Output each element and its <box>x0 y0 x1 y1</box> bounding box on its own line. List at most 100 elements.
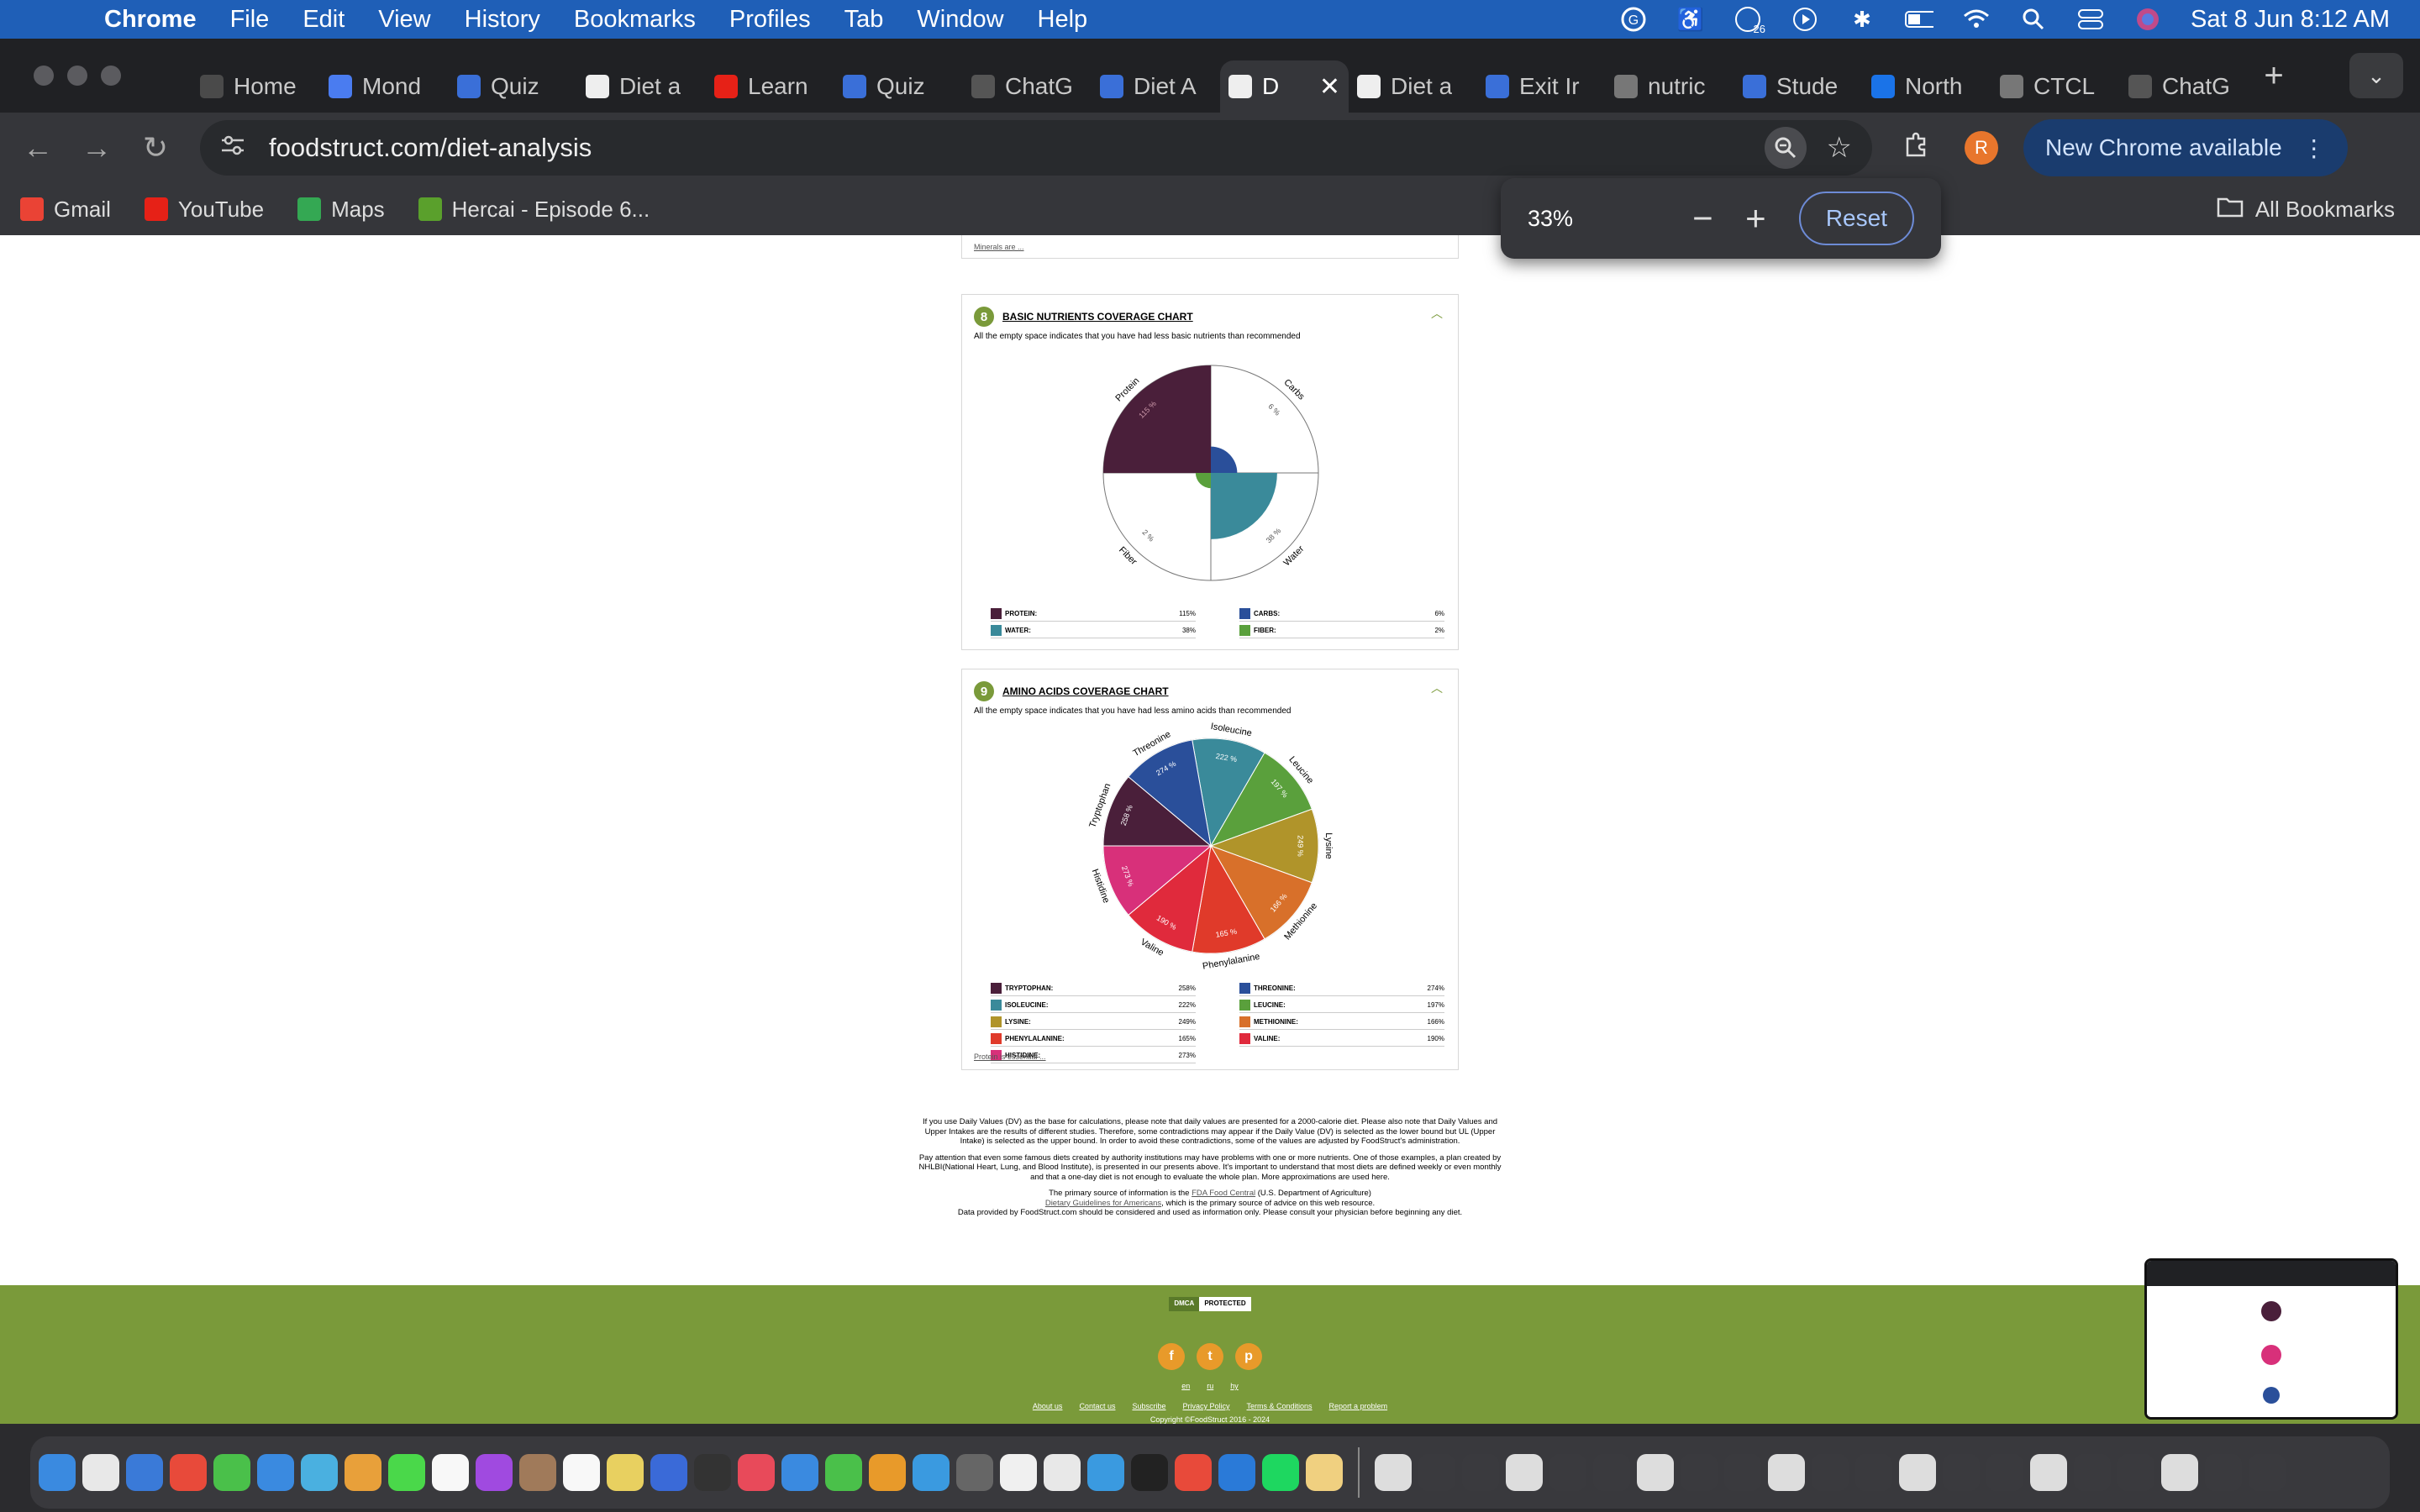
protein-essential-link[interactable]: Protein is essential ... <box>974 1053 1046 1061</box>
profile-avatar[interactable]: R <box>1965 131 1998 165</box>
dock-app-icon[interactable] <box>1262 1454 1299 1491</box>
dock-app-icon[interactable] <box>956 1454 993 1491</box>
media-play-icon[interactable] <box>1791 5 1819 34</box>
tab-8[interactable]: D ✕ <box>1220 60 1349 113</box>
new-tab-button[interactable]: + <box>2249 57 2299 95</box>
zoom-window-button[interactable] <box>101 66 121 86</box>
siri-icon[interactable] <box>2133 5 2162 34</box>
collapse-chevron-icon[interactable]: ︿ <box>1431 305 1443 322</box>
all-bookmarks-button[interactable]: All Bookmarks <box>2217 196 2395 223</box>
zoom-in-button[interactable]: + <box>1729 198 1782 239</box>
menu-bookmarks[interactable]: Bookmarks <box>557 6 713 34</box>
subscribe-link[interactable]: Subscribe <box>1132 1402 1165 1410</box>
menu-view[interactable]: View <box>361 6 447 34</box>
dock-window-thumbnail[interactable] <box>1593 1454 1630 1491</box>
tab-0[interactable]: Home <box>192 60 320 113</box>
basic-chart-title[interactable]: BASIC NUTRIENTS COVERAGE CHART <box>1002 311 1193 323</box>
privacy-policy-link[interactable]: Privacy Policy <box>1183 1402 1230 1410</box>
bookmark-star-icon[interactable]: ☆ <box>1827 131 1852 165</box>
dock-window-thumbnail[interactable] <box>2161 1454 2198 1491</box>
tab-2[interactable]: Quiz <box>449 60 577 113</box>
dock-window-thumbnail[interactable] <box>1637 1454 1674 1491</box>
tab-14[interactable]: CTCL <box>1991 60 2120 113</box>
dock-app-icon[interactable] <box>1218 1454 1255 1491</box>
tab-13[interactable]: North <box>1863 60 1991 113</box>
menu-file[interactable]: File <box>213 6 287 34</box>
back-button[interactable]: ← <box>8 130 67 165</box>
close-tab-icon[interactable]: ✕ <box>1313 72 1340 102</box>
zoom-reset-button[interactable]: Reset <box>1798 192 1914 245</box>
grammarly-icon[interactable]: G <box>1619 5 1648 34</box>
facebook-icon[interactable]: f <box>1158 1343 1185 1370</box>
wifi-icon[interactable] <box>1962 5 1991 34</box>
dock-app-icon[interactable] <box>170 1454 207 1491</box>
slice-water[interactable] <box>1211 473 1277 539</box>
dock-app-icon[interactable] <box>563 1454 600 1491</box>
minerals-link[interactable]: Minerals are ... <box>974 243 1024 251</box>
dock-window-thumbnail[interactable] <box>2030 1454 2067 1491</box>
tab-10[interactable]: Exit Ir <box>1477 60 1606 113</box>
bookmark-3[interactable]: Hercai - Episode 6... <box>418 197 650 223</box>
dock-app-icon[interactable] <box>1131 1454 1168 1491</box>
dock-app-icon[interactable] <box>476 1454 513 1491</box>
tab-7[interactable]: Diet A <box>1092 60 1220 113</box>
lang-ru[interactable]: ru <box>1207 1382 1213 1390</box>
site-info-icon[interactable] <box>220 133 245 163</box>
contact-us-link[interactable]: Contact us <box>1079 1402 1115 1410</box>
dock-app-icon[interactable] <box>738 1454 775 1491</box>
dock-app-icon[interactable] <box>126 1454 163 1491</box>
twitter-icon[interactable]: t <box>1197 1343 1223 1370</box>
dock-app-icon[interactable] <box>1306 1454 1343 1491</box>
dock-app-icon[interactable] <box>257 1454 294 1491</box>
dock-app-icon[interactable] <box>432 1454 469 1491</box>
dock-window-thumbnail[interactable] <box>1812 1454 1849 1491</box>
tab-15[interactable]: ChatG <box>2120 60 2249 113</box>
slice-carbs[interactable] <box>1211 446 1238 473</box>
dock-window-thumbnail[interactable] <box>2249 1454 2286 1491</box>
bookmark-2[interactable]: Maps <box>297 197 385 223</box>
close-window-button[interactable] <box>34 66 54 86</box>
dock-app-icon[interactable] <box>869 1454 906 1491</box>
fda-food-central-link[interactable]: FDA Food Central <box>1192 1189 1255 1198</box>
tab-12[interactable]: Stude <box>1734 60 1863 113</box>
tab-11[interactable]: nutric <box>1606 60 1734 113</box>
tab-5[interactable]: Quiz <box>834 60 963 113</box>
menu-window[interactable]: Window <box>900 6 1020 34</box>
dock-window-thumbnail[interactable] <box>1943 1454 1980 1491</box>
notification-badge-icon[interactable]: 26 <box>1733 5 1765 35</box>
dock-window-thumbnail[interactable] <box>2074 1454 2111 1491</box>
dock-window-thumbnail[interactable] <box>1855 1454 1892 1491</box>
menu-app-name[interactable]: Chrome <box>87 6 213 34</box>
collapse-chevron-icon[interactable]: ︿ <box>1431 680 1443 696</box>
tab-1[interactable]: Mond <box>320 60 449 113</box>
dock-app-icon[interactable] <box>82 1454 119 1491</box>
dock-app-icon[interactable] <box>781 1454 818 1491</box>
dock-app-icon[interactable] <box>519 1454 556 1491</box>
dock-app-icon[interactable] <box>1175 1454 1212 1491</box>
menu-history[interactable]: History <box>448 6 557 34</box>
forward-button[interactable]: → <box>67 130 126 165</box>
dock-app-icon[interactable] <box>1087 1454 1124 1491</box>
dock-app-icon[interactable] <box>388 1454 425 1491</box>
menu-edit[interactable]: Edit <box>286 6 361 34</box>
amino-chart-title[interactable]: AMINO ACIDS COVERAGE CHART <box>1002 685 1169 697</box>
slice-fiber[interactable] <box>1195 473 1211 489</box>
zoom-indicator-icon[interactable] <box>1764 127 1807 169</box>
battery-icon[interactable] <box>1905 5 1934 34</box>
lang-en[interactable]: en <box>1181 1382 1190 1390</box>
new-chrome-available-button[interactable]: New Chrome available ⋮ <box>2023 119 2348 176</box>
dock-app-icon[interactable] <box>650 1454 687 1491</box>
dock-window-thumbnail[interactable] <box>1899 1454 1936 1491</box>
dock-app-icon[interactable] <box>1044 1454 1081 1491</box>
dock-window-thumbnail[interactable] <box>1418 1454 1455 1491</box>
dock-window-thumbnail[interactable] <box>1724 1454 1761 1491</box>
tab-3[interactable]: Diet a <box>577 60 706 113</box>
lang-hy[interactable]: hy <box>1230 1382 1239 1390</box>
bluetooth-icon[interactable]: ✱ <box>1848 5 1876 34</box>
bookmark-1[interactable]: YouTube <box>144 197 264 223</box>
spotlight-search-icon[interactable] <box>2019 5 2048 34</box>
extensions-icon[interactable] <box>1902 130 1931 166</box>
dock-window-thumbnail[interactable] <box>1375 1454 1412 1491</box>
dock-window-thumbnail[interactable] <box>1986 1454 2023 1491</box>
menubar-clock[interactable]: Sat 8 Jun 8:12 AM <box>2191 6 2390 34</box>
